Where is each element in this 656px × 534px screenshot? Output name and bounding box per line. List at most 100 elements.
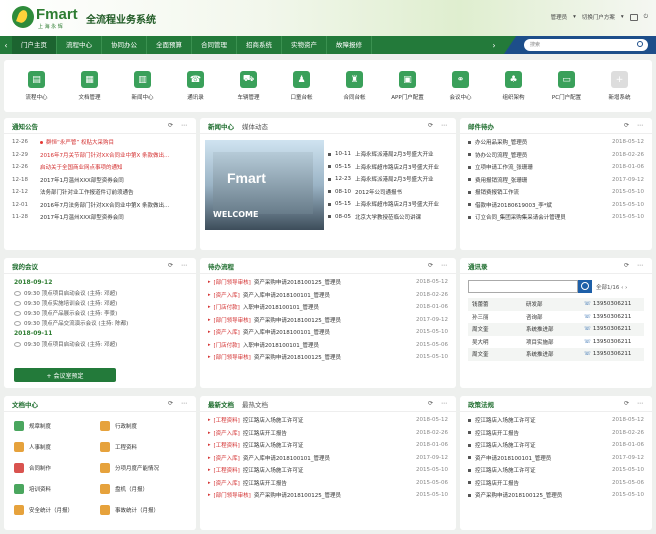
doc-category[interactable]: 事故统计（月报）: [100, 502, 186, 517]
nav-item[interactable]: 故障报修: [327, 36, 372, 54]
nav-item[interactable]: 流程中心: [57, 36, 102, 54]
tab-hot-docs[interactable]: 最热文档: [242, 399, 268, 409]
refresh-more-icon[interactable]: ⟳ ⋯: [428, 400, 450, 407]
newdoc-item[interactable]: ▸ [工程资料] 控江路店入场施工许可证 2015-05-10: [208, 464, 448, 477]
app-shortcut[interactable]: ▦ 文档管理: [67, 71, 113, 101]
app-shortcut[interactable]: ☎ 通讯录: [173, 71, 219, 101]
book-meeting-room-button[interactable]: + 会议室预定: [14, 368, 116, 382]
app-shortcut[interactable]: ▤ 流程中心: [14, 71, 60, 101]
doc-category[interactable]: 人事制度: [14, 439, 100, 454]
pending-item[interactable]: ▸ [部门领导审核] 资产采购申请2018100125_管理员 2018-05-12: [208, 276, 448, 289]
notice-item[interactable]: 12-18 2017年1月温州XXX部型资券会同: [12, 174, 188, 187]
contact-row[interactable]: 周文奎 系统推进部 ☏ 13950306211: [468, 348, 644, 361]
notice-item[interactable]: 12-12 法务部门针对业工作报道件订前须通告: [12, 186, 188, 199]
tab-news-center[interactable]: 新闻中心: [208, 121, 234, 131]
app-shortcut[interactable]: ▣ APP门户配置: [385, 71, 431, 101]
nav-item[interactable]: 门户主页: [12, 36, 57, 54]
mail-item[interactable]: 办公用品采购_管理员 2018-05-12: [468, 136, 644, 149]
refresh-more-icon[interactable]: ⟳ ⋯: [624, 400, 646, 407]
newdoc-item[interactable]: ▸ [资产入库] 资产入库申请2018100101_管理员 2017-09-12: [208, 452, 448, 465]
news-item[interactable]: 08-10 2012年公司通报书: [328, 186, 450, 199]
meeting-item[interactable]: 09:30 顶点产品交流演示会议 (主持: 陈都): [14, 318, 186, 328]
meeting-item[interactable]: 09:30 顶点项目启动会议 (主持: 邓超): [14, 288, 186, 298]
admin-menu[interactable]: 管理员: [551, 13, 568, 21]
news-item[interactable]: 05-15 上海永辉超市路店2月3号盛大开业: [328, 161, 450, 174]
refresh-more-icon[interactable]: ⟳ ⋯: [168, 262, 190, 269]
newdoc-item[interactable]: ▸ [工程资料] 控江路店入场施工许可证 2018-05-12: [208, 414, 448, 427]
contact-row[interactable]: 吴大明 项目实施部 ☏ 13950306211: [468, 336, 644, 349]
search-icon[interactable]: [578, 280, 592, 293]
app-shortcut[interactable]: ▥ 新闻中心: [120, 71, 166, 101]
mail-icon[interactable]: [629, 13, 638, 21]
doc-category[interactable]: 合同制作: [14, 460, 100, 475]
refresh-more-icon[interactable]: ⟳ ⋯: [168, 400, 190, 407]
nav-item[interactable]: 招商系统: [237, 36, 282, 54]
policy-item[interactable]: 控江路店入场施工许可证 2015-05-10: [468, 464, 644, 477]
mail-item[interactable]: 借款申请20180619003_李*斌 2015-05-10: [468, 199, 644, 212]
nav-item[interactable]: 合同管理: [192, 36, 237, 54]
nav-item[interactable]: 全面预算: [147, 36, 192, 54]
pending-item[interactable]: ▸ [资产入库] 资产入库申请2018100101_管理员 2015-05-10: [208, 326, 448, 339]
policy-item[interactable]: 控江路店入场施工许可证 2018-01-06: [468, 439, 644, 452]
newdoc-item[interactable]: ▸ [资产入库] 控江路店开工报告 2015-05-06: [208, 477, 448, 490]
newdoc-item[interactable]: ▸ [资产入库] 控江路店开工报告 2018-02-26: [208, 427, 448, 440]
search-input[interactable]: 搜索: [524, 39, 648, 51]
contact-row[interactable]: 钱蕾蕾 研发部 ☏ 13950306211: [468, 298, 644, 311]
doc-category[interactable]: 规章制度: [14, 418, 100, 433]
policy-item[interactable]: 资产采购申请2018100125_管理员 2015-05-10: [468, 489, 644, 502]
pending-item[interactable]: ▸ [资产入库] 资产入库申请2018100101_管理员 2018-02-26: [208, 289, 448, 302]
doc-category[interactable]: 行政制度: [100, 418, 186, 433]
notice-item[interactable]: 11-28 2017年1月温州XXX部型资券会同: [12, 211, 188, 224]
tab-media[interactable]: 媒体动态: [242, 121, 268, 131]
pending-item[interactable]: ▸ [门店付款] 入职申请2018100101_管理员 2018-01-06: [208, 301, 448, 314]
doc-category[interactable]: 工程资料: [100, 439, 186, 454]
notice-item[interactable]: 12-29 2016年7月关节部门针对XX合同业中第X 条款做出…: [12, 149, 188, 162]
pending-item[interactable]: ▸ [门店付款] 入职申请2018100101_管理员 2015-05-06: [208, 339, 448, 352]
refresh-more-icon[interactable]: ⟳ ⋯: [624, 262, 646, 269]
app-shortcut[interactable]: ⚭ 会议中心: [438, 71, 484, 101]
contact-row[interactable]: 孙三丽 咨询部 ☏ 13950306211: [468, 311, 644, 324]
newdoc-item[interactable]: ▸ [部门领导审核] 资产采购申请2018100125_管理员 2015-05-10: [208, 489, 448, 502]
mail-item[interactable]: 订立合同_集团采购集采请会计管理员 2015-05-10: [468, 211, 644, 224]
news-item[interactable]: 05-15 上海永辉超市路店2月3号盛大开业: [328, 198, 450, 211]
doc-category[interactable]: 培训资料: [14, 481, 100, 496]
app-shortcut[interactable]: ♣ 组织架构: [491, 71, 537, 101]
tab-latest-docs[interactable]: 最新文档: [208, 399, 234, 409]
policy-item[interactable]: 控江路店入场施工许可证 2018-05-12: [468, 414, 644, 427]
power-icon[interactable]: ⏻: [644, 14, 648, 21]
meeting-item[interactable]: 09:30 顶点项目启动会议 (主持: 邓超): [14, 339, 186, 349]
pending-item[interactable]: ▸ [部门领导审核] 资产采购申请2018100125_管理员 2015-05-10: [208, 351, 448, 364]
notice-item[interactable]: 12-26 启动关于全国商业网点事项的通知: [12, 161, 188, 174]
meeting-item[interactable]: 09:30 顶点实施培训会议 (主持: 邓超): [14, 298, 186, 308]
doc-category[interactable]: 分项月度产能情况: [100, 460, 186, 475]
pager-next-icon[interactable]: ›: [625, 285, 627, 291]
pending-item[interactable]: ▸ [部门领导审核] 资产采购申请2018100125_管理员 2017-09-12: [208, 314, 448, 327]
news-item[interactable]: 08-05 北京大学教授莅临公司讲课: [328, 211, 450, 224]
notice-item[interactable]: 12-26 群恒“永严管” 权贴大采购目: [12, 136, 188, 149]
refresh-more-icon[interactable]: ⟳ ⋯: [624, 122, 646, 129]
policy-item[interactable]: 资产申请2018100101_管理员 2017-09-12: [468, 452, 644, 465]
nav-item[interactable]: 协同办公: [102, 36, 147, 54]
news-item[interactable]: 12-23 上海永辉派港局2月3号盛大开业: [328, 173, 450, 186]
nav-prev-icon[interactable]: ‹: [0, 41, 12, 50]
mail-item[interactable]: 费用报销流程_张珊珊 2017-09-12: [468, 174, 644, 187]
app-shortcut[interactable]: ♜ 合同台帐: [332, 71, 378, 101]
mail-item[interactable]: 报销费报销工作流 2015-05-10: [468, 186, 644, 199]
mail-item[interactable]: 立项申请工作流_张珊珊 2018-01-06: [468, 161, 644, 174]
notice-item[interactable]: 12-01 2016年7月法务部门针对XX合同业中第X 条款做出…: [12, 199, 188, 212]
meeting-item[interactable]: 09:30 顶点产品展示会议 (主持: 李景): [14, 308, 186, 318]
nav-item[interactable]: 实物资产: [282, 36, 327, 54]
refresh-more-icon[interactable]: ⟳ ⋯: [428, 122, 450, 129]
news-item[interactable]: 10-11 上海永辉派港局2月3号盛大开业: [328, 148, 450, 161]
contacts-search-input[interactable]: [468, 280, 578, 293]
newdoc-item[interactable]: ▸ [工程资料] 控江路店入场施工许可证 2018-01-06: [208, 439, 448, 452]
switch-portal-menu[interactable]: 切换门户方案: [582, 13, 615, 21]
app-shortcut[interactable]: + 新增系统: [597, 71, 643, 101]
doc-category[interactable]: 盘机（月报）: [100, 481, 186, 496]
refresh-more-icon[interactable]: ⟳ ⋯: [428, 262, 450, 269]
app-shortcut[interactable]: ⛟ 车辆管理: [226, 71, 272, 101]
news-photo[interactable]: Fmart WELCOME: [205, 140, 324, 230]
refresh-more-icon[interactable]: ⟳ ⋯: [168, 122, 190, 129]
app-shortcut[interactable]: ▭ PC门户配置: [544, 71, 590, 101]
mail-item[interactable]: 协办公司流程_管理员 2018-02-26: [468, 149, 644, 162]
